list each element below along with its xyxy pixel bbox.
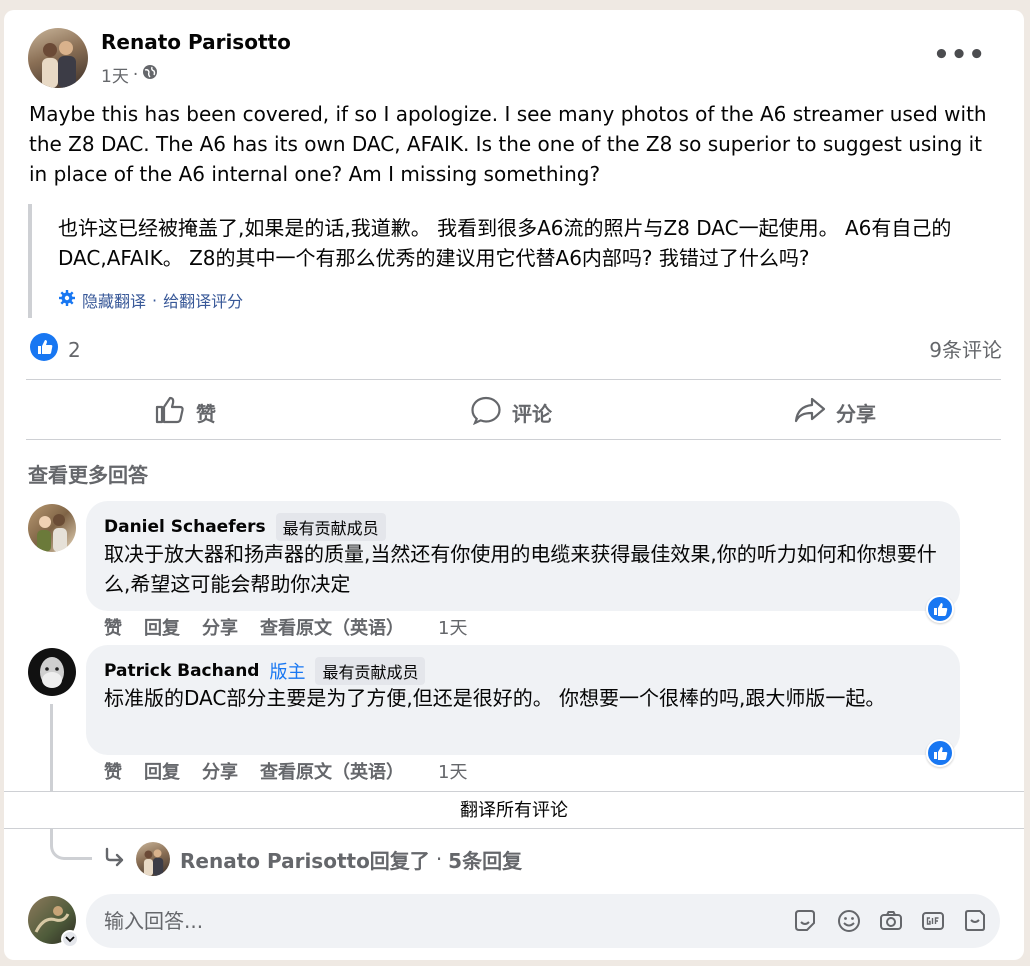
comment-like-badge[interactable] — [926, 739, 954, 767]
reply-summary-count: 5条回复 — [448, 848, 523, 873]
reply-author-avatar — [136, 842, 170, 876]
post-card: Renato Parisotto 1天 · ••• Maybe this has… — [4, 10, 1024, 960]
hide-translation-link[interactable]: 隐藏翻译 — [82, 288, 146, 312]
share-label: 分享 — [836, 402, 876, 426]
reply-input[interactable] — [104, 894, 744, 948]
comment-bubble: Patrick Bachand 版主 最有贡献成员 标准版的DAC部分主要是为了… — [86, 645, 960, 755]
comment-count-link[interactable]: 9条评论 — [929, 334, 1002, 363]
comment-button[interactable]: 评论 — [470, 395, 552, 430]
avatar-dropdown-chevron-icon[interactable] — [61, 930, 79, 948]
view-more-answers-link[interactable]: 查看更多回答 — [28, 459, 148, 488]
top-contributor-badge: 最有贡献成员 — [315, 657, 426, 685]
author-avatar[interactable] — [28, 28, 88, 88]
see-original-link[interactable]: 查看原文（英语） — [260, 758, 404, 784]
view-replies-link[interactable]: Renato Parisotto回复了 · 5条回复 — [104, 842, 522, 876]
links-separator: · — [152, 290, 158, 310]
comment-label: 评论 — [512, 402, 552, 426]
translate-all-comments-button[interactable]: 翻译所有评论 — [4, 791, 1024, 829]
like-label: 赞 — [196, 402, 216, 426]
post-body: Maybe this has been covered, if so I apo… — [29, 102, 987, 186]
action-divider-bottom — [26, 439, 1001, 440]
action-divider-top — [26, 379, 1001, 380]
comment-time[interactable]: 1天 — [438, 614, 467, 640]
globe-icon — [142, 64, 158, 85]
reply-composer — [86, 894, 1000, 948]
comment-bubble: Daniel Schaefers 最有贡献成员 取决于放大器和扬声器的质量,当然… — [86, 501, 960, 611]
sticker2-icon[interactable] — [962, 908, 988, 934]
reply-summary-name: Renato Parisotto回复了 — [180, 848, 430, 873]
like-button[interactable]: 赞 — [154, 395, 216, 430]
meta-separator: · — [132, 64, 139, 85]
comment-text: 标准版的DAC部分主要是为了方便,但还是很好的。 你想要一个很棒的吗,跟大师版一… — [104, 686, 886, 710]
comment-reply-link[interactable]: 回复 — [144, 758, 180, 784]
share-button[interactable]: 分享 — [794, 395, 876, 430]
comment-like-link[interactable]: 赞 — [104, 614, 122, 640]
translation-bar — [28, 204, 32, 318]
author-name[interactable]: Renato Parisotto — [101, 30, 291, 54]
comment-share-link[interactable]: 分享 — [202, 758, 238, 784]
commenter-name[interactable]: Daniel Schaefers — [104, 517, 266, 537]
commenter-name[interactable]: Patrick Bachand — [104, 661, 259, 681]
reaction-summary[interactable]: 2 — [30, 333, 81, 366]
comment-actions: 赞 回复 分享 查看原文（英语） 1天 — [104, 758, 467, 784]
top-contributor-badge: 最有贡献成员 — [275, 513, 386, 541]
more-options-button[interactable]: ••• — [933, 40, 986, 70]
reply-arrow-icon — [104, 847, 126, 872]
like-count: 2 — [68, 337, 81, 362]
camera-icon[interactable] — [878, 908, 904, 934]
share-icon — [794, 395, 826, 430]
comment-like-link[interactable]: 赞 — [104, 758, 122, 784]
like-reaction-icon — [30, 333, 58, 366]
translation-links: 隐藏翻译 · 给翻译评分 — [58, 288, 243, 312]
comment-reply-link[interactable]: 回复 — [144, 614, 180, 640]
post-meta: 1天 · — [101, 62, 158, 87]
reply-summary-separator: · — [435, 847, 443, 871]
comment-like-badge[interactable] — [926, 595, 954, 623]
commenter-avatar[interactable] — [28, 648, 76, 696]
comment-actions: 赞 回复 分享 查看原文（英语） 1天 — [104, 614, 467, 640]
gear-icon — [58, 289, 76, 311]
comment-icon — [470, 395, 502, 430]
translation-text: 也许这已经被掩盖了,如果是的话,我道歉。 我看到很多A6流的照片与Z8 DAC一… — [58, 216, 952, 270]
gif-icon[interactable] — [920, 908, 946, 934]
comment-time[interactable]: 1天 — [438, 758, 467, 784]
commenter-avatar[interactable] — [28, 504, 76, 552]
thumbs-up-icon — [154, 395, 186, 430]
emoji-icon[interactable] — [836, 908, 862, 934]
comment-text: 取决于放大器和扬声器的质量,当然还有你使用的电缆来获得最佳效果,你的听力如何和你… — [104, 542, 937, 596]
moderator-role: 版主 — [269, 662, 306, 683]
see-original-link[interactable]: 查看原文（英语） — [260, 614, 404, 640]
comment-share-link[interactable]: 分享 — [202, 614, 238, 640]
sticker-icon[interactable] — [792, 908, 818, 934]
post-time[interactable]: 1天 — [101, 62, 129, 87]
rate-translation-link[interactable]: 给翻译评分 — [163, 288, 243, 312]
